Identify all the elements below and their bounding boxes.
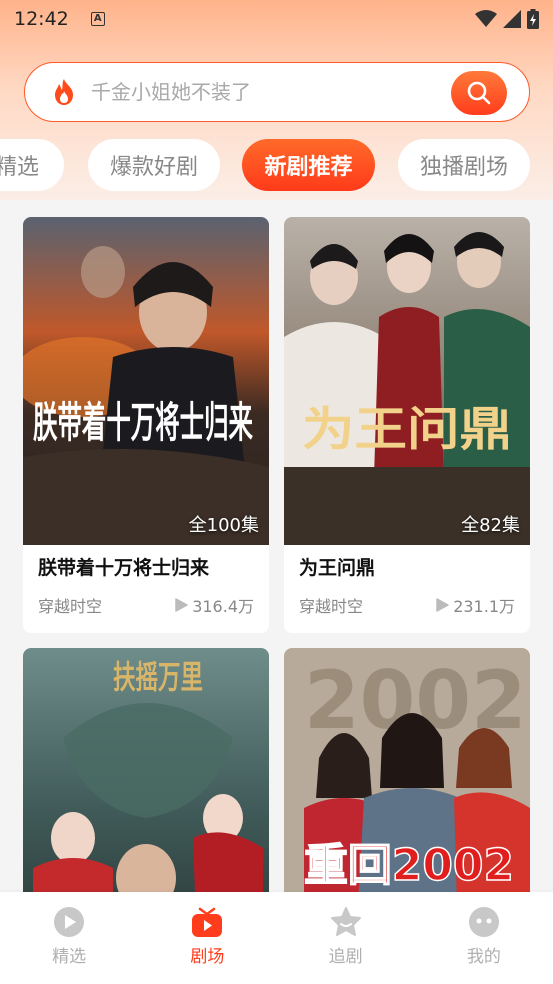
battery-icon — [527, 9, 539, 29]
status-bar: 12:42 A — [0, 0, 553, 38]
tv-icon — [192, 907, 223, 937]
drama-title[interactable]: 为王问鼎 — [299, 555, 515, 581]
poster-image: 朕带着十万将士归来 — [23, 217, 269, 545]
nav-label: 精选 — [52, 947, 87, 967]
face-icon — [468, 907, 499, 937]
search-bar[interactable] — [24, 62, 530, 122]
poster-title: 朕带着十万将士归来 — [33, 398, 253, 447]
episode-count: 全100集 — [188, 515, 259, 536]
play-icon — [436, 598, 449, 612]
status-icons — [475, 9, 539, 29]
search-input[interactable] — [91, 80, 431, 104]
nav-label: 剧场 — [190, 947, 225, 967]
tab-dubo[interactable]: 独播剧场 — [398, 139, 530, 191]
signal-icon — [503, 10, 521, 28]
drama-genre: 穿越时空 — [299, 597, 364, 616]
play-circle-icon — [54, 907, 85, 937]
nav-label: 我的 — [466, 947, 501, 967]
fire-icon — [55, 79, 73, 105]
bottom-navigation: 精选 剧场 追剧 我的 — [0, 892, 553, 984]
nav-item-jingxuan[interactable]: 精选 — [0, 892, 138, 984]
drama-genre: 穿越时空 — [38, 597, 103, 616]
star-icon — [330, 907, 361, 936]
wifi-icon — [475, 10, 497, 27]
play-icon — [175, 598, 188, 612]
notification-icon: A — [90, 12, 105, 26]
search-icon — [467, 81, 491, 105]
poster-title: 扶摇万里 — [113, 658, 203, 696]
poster-title: 为王问鼎 — [302, 402, 512, 456]
tab-xinju[interactable]: 新剧推荐 — [242, 139, 375, 191]
nav-label: 追剧 — [328, 947, 363, 967]
drama-poster[interactable]: 为王问鼎 全82集 — [284, 217, 530, 545]
view-count: 316.4万 — [174, 593, 254, 617]
drama-title[interactable]: 朕带着十万将士归来 — [38, 555, 254, 581]
poster-title: 重回2002 — [304, 840, 514, 891]
tab-jingxuan[interactable]: 精选 — [0, 139, 64, 191]
status-time: 12:42 — [14, 8, 69, 30]
drama-card[interactable]: 朕带着十万将士归来 全100集 朕带着十万将士归来 穿越时空 316.4万 — [23, 217, 269, 633]
nav-item-wode[interactable]: 我的 — [415, 892, 553, 984]
episode-count: 全82集 — [461, 515, 520, 536]
drama-poster[interactable]: 朕带着十万将士归来 全100集 — [23, 217, 269, 545]
view-count: 231.1万 — [435, 593, 515, 617]
nav-item-zhuiju[interactable]: 追剧 — [277, 892, 415, 984]
category-tabs: 精选 爆款好剧 新剧推荐 独播剧场 — [0, 139, 553, 191]
drama-card[interactable]: 为王问鼎 全82集 为王问鼎 穿越时空 231.1万 — [284, 217, 530, 633]
search-button[interactable] — [451, 71, 507, 115]
poster-image: 为王问鼎 — [284, 217, 530, 545]
tab-baokuan[interactable]: 爆款好剧 — [88, 139, 220, 191]
nav-item-juchang[interactable]: 剧场 — [138, 892, 276, 984]
